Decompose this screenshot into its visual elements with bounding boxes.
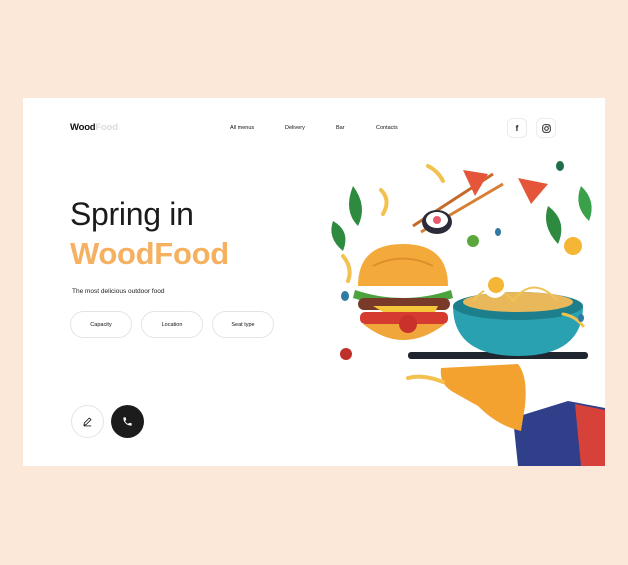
hero-tagline: The most delicious outdoor food (72, 288, 165, 295)
nav-bar[interactable]: Bar (336, 125, 345, 131)
capacity-filter-label: Capacity (90, 321, 112, 328)
facebook-icon: f (515, 123, 519, 133)
brand-logo-part2: Food (95, 122, 118, 133)
nav-all-menus[interactable]: All menus (230, 125, 254, 131)
food-illustration (331, 161, 605, 466)
phone-icon (123, 417, 132, 426)
seat-type-filter-label: Seat type (231, 321, 255, 328)
location-filter-button[interactable]: Location (141, 311, 203, 338)
hero-title-line2: WoodFood (70, 236, 229, 271)
edit-button[interactable] (71, 405, 104, 438)
instagram-icon (541, 123, 551, 133)
brand-logo[interactable]: WoodFood (70, 122, 118, 133)
facebook-button[interactable]: f (507, 118, 527, 138)
nav-contacts[interactable]: Contacts (376, 125, 398, 131)
capacity-filter-button[interactable]: Capacity (70, 311, 132, 338)
landing-card: WoodFood All menus Delivery Bar Contacts… (23, 98, 605, 466)
pencil-icon (83, 417, 92, 427)
nav-delivery[interactable]: Delivery (285, 125, 305, 131)
location-filter-label: Location (161, 321, 183, 328)
hero-title-line1: Spring in (70, 196, 194, 232)
instagram-button[interactable] (536, 118, 556, 138)
seat-type-filter-button[interactable]: Seat type (212, 311, 274, 338)
call-button[interactable] (111, 405, 144, 438)
brand-logo-part1: Wood (70, 122, 96, 133)
